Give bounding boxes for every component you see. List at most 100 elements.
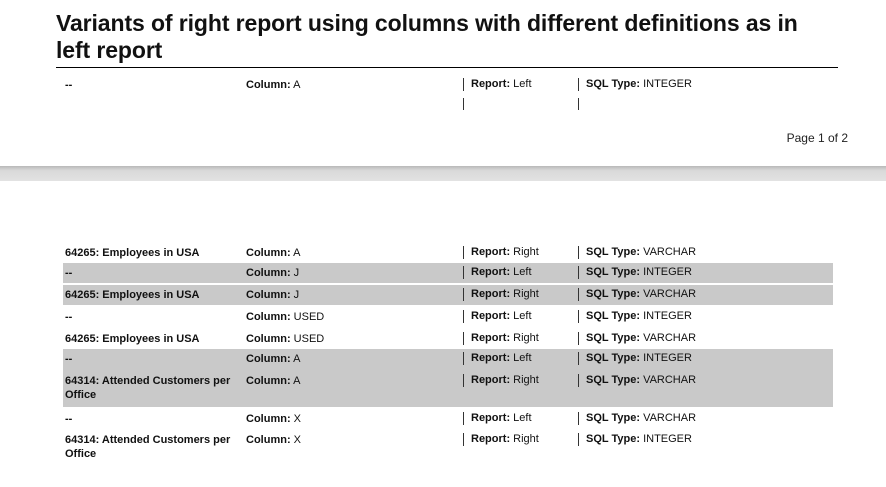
row-sql-type: SQL Type: INTEGER: [578, 352, 692, 365]
column-value: USED: [293, 311, 325, 323]
row-sql-type: SQL Type: INTEGER: [578, 266, 692, 279]
column-value: USED: [293, 333, 325, 345]
report-row: -- Column: J Report: Left SQL Type: INTEGER: [63, 263, 833, 283]
column-key: Column:: [246, 267, 291, 279]
row-column: Column: X: [246, 412, 301, 426]
report-value: Right: [513, 246, 539, 258]
column-key: Column:: [246, 353, 291, 365]
sql-type-value: VARCHAR: [643, 288, 697, 300]
column-value: X: [293, 413, 302, 425]
row-name: --: [65, 79, 73, 91]
report-key: Report:: [471, 310, 511, 322]
title-divider: [56, 67, 838, 68]
report-page-1: Variants of right report using columns w…: [0, 0, 886, 166]
row-sql-type: SQL Type: VARCHAR: [578, 288, 696, 301]
report-row: 64265: Employees in USA Column: USED Repor…: [63, 329, 833, 349]
sql-type-value: VARCHAR: [643, 246, 697, 258]
sql-type-value: VARCHAR: [643, 374, 697, 386]
report-key: Report:: [471, 78, 511, 90]
report-key: Report:: [471, 433, 511, 445]
row-report: Report: Left: [463, 78, 532, 91]
sql-type-key: SQL Type:: [586, 78, 640, 90]
row-report: Report: Right: [463, 288, 539, 301]
row-name: --: [65, 311, 73, 323]
row-sql-type: SQL Type: INTEGER: [578, 433, 692, 446]
sql-type-value: INTEGER: [643, 310, 692, 322]
column-key: Column:: [246, 289, 291, 301]
report-value: Right: [513, 332, 539, 344]
row-report: Report: Left: [463, 310, 532, 323]
report-value: Left: [513, 310, 532, 322]
row-sql-type: SQL Type: INTEGER: [578, 310, 692, 323]
report-row: -- Column: USED Report: Left SQL Type: INTE…: [63, 307, 833, 327]
row-column: Column: A: [246, 78, 300, 92]
sql-type-key: SQL Type:: [586, 374, 640, 386]
sql-type-value: INTEGER: [643, 78, 692, 90]
row-report: Report: Left: [463, 412, 532, 425]
column-value: J: [293, 289, 300, 301]
report-value: Left: [513, 412, 532, 424]
report-row: 64265: Employees in USA Column: J Report: …: [63, 285, 833, 305]
report-row: 64314: Attended Customers per Office Colu…: [63, 371, 833, 407]
report-key: Report:: [471, 288, 511, 300]
report-row: 64314: Attended Customers per Office Colu…: [63, 430, 833, 466]
report-row: -- Column: A Report: Left SQL Type: INTE…: [63, 75, 833, 115]
row-report: Report: Right: [463, 374, 539, 387]
row-column: Column: J: [246, 266, 299, 280]
column-key: Column:: [246, 79, 291, 91]
report-value: Left: [513, 78, 532, 90]
row-sql-type: SQL Type: VARCHAR: [578, 374, 696, 387]
report-key: Report:: [471, 266, 511, 278]
row-name: --: [65, 413, 73, 425]
sql-type-key: SQL Type:: [586, 352, 640, 364]
report-key: Report:: [471, 246, 511, 258]
row-column: Column: A: [246, 352, 300, 366]
report-row: 64265: Employees in USA Column: A Report: …: [63, 243, 833, 263]
column-key: Column:: [246, 333, 291, 345]
report-key: Report:: [471, 412, 511, 424]
column-value: X: [293, 434, 302, 446]
page-break: [0, 166, 886, 181]
sql-type-key: SQL Type:: [586, 288, 640, 300]
row-sql-type: SQL Type: VARCHAR: [578, 412, 696, 425]
sql-type-value: INTEGER: [643, 266, 692, 278]
sql-type-value: VARCHAR: [643, 412, 697, 424]
row-column: Column: A: [246, 374, 300, 388]
row-column: Column: USED: [246, 310, 324, 324]
report-value: Left: [513, 266, 532, 278]
column-value: J: [293, 267, 300, 279]
page-number: Page 1 of 2: [786, 131, 848, 145]
report-value: Right: [513, 288, 539, 300]
column-separator: [463, 98, 464, 110]
sql-type-value: VARCHAR: [643, 332, 697, 344]
row-name: 64265: Employees in USA: [65, 289, 200, 301]
column-key: Column:: [246, 375, 291, 387]
row-name: 64314: Attended Customers per Office: [65, 434, 231, 460]
report-row: -- Column: A Report: Left SQL Type: INTEGER: [63, 349, 833, 371]
column-key: Column:: [246, 247, 291, 259]
sql-type-key: SQL Type:: [586, 246, 640, 258]
row-report: Report: Left: [463, 352, 532, 365]
row-column: Column: J: [246, 288, 299, 302]
row-name: 64265: Employees in USA: [65, 247, 200, 259]
row-report: Report: Right: [463, 246, 539, 259]
row-sql-type: SQL Type: VARCHAR: [578, 246, 696, 259]
row-report: Report: Right: [463, 332, 539, 345]
column-value: A: [293, 353, 301, 365]
sql-type-key: SQL Type:: [586, 332, 640, 344]
column-key: Column:: [246, 413, 291, 425]
sql-type-key: SQL Type:: [586, 310, 640, 322]
row-name: 64265: Employees in USA: [65, 333, 200, 345]
row-sql-type: SQL Type: INTEGER: [578, 78, 692, 91]
report-value: Right: [513, 433, 539, 445]
row-sql-type: SQL Type: VARCHAR: [578, 332, 696, 345]
row-name: --: [65, 267, 73, 279]
sql-type-key: SQL Type:: [586, 433, 640, 445]
report-row: -- Column: X Report: Left SQL Type: VARCHAR: [63, 409, 833, 429]
report-title: Variants of right report using columns w…: [56, 10, 798, 63]
row-report: Report: Left: [463, 266, 532, 279]
report-key: Report:: [471, 374, 511, 386]
report-value: Right: [513, 374, 539, 386]
row-column: Column: X: [246, 433, 301, 447]
sql-type-value: INTEGER: [643, 433, 692, 445]
